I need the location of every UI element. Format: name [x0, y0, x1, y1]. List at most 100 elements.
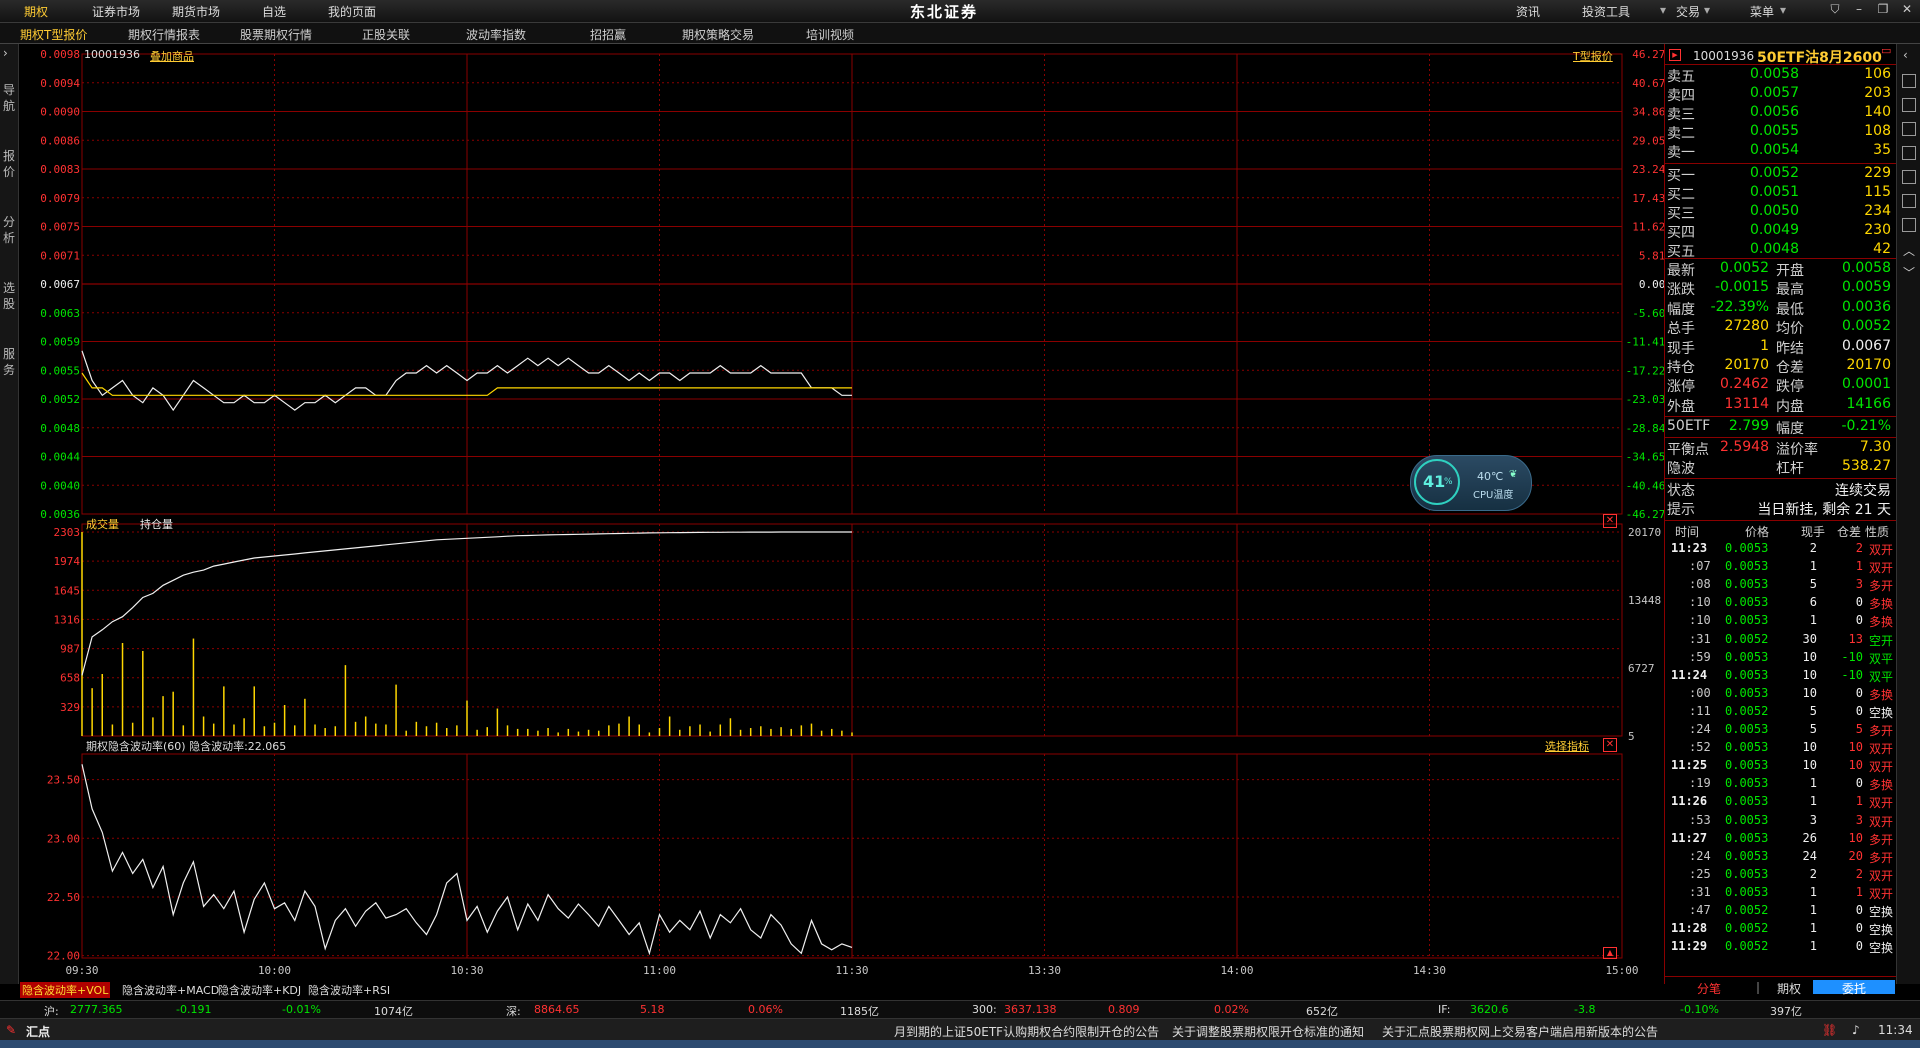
maximize-icon[interactable]: ▭	[1881, 44, 1891, 57]
stat-value: 1	[1760, 337, 1769, 354]
tick-hand: 5	[1809, 577, 1817, 592]
y-tick-label: 0.0079	[40, 192, 80, 205]
play-icon[interactable]: ▶	[1669, 49, 1681, 61]
expand-arrow-icon[interactable]: ›	[3, 46, 8, 60]
layout-icon[interactable]	[1902, 194, 1916, 208]
etf-pct: -0.21%	[1841, 418, 1891, 434]
tick-diff: -10	[1841, 667, 1863, 682]
bid-row[interactable]: 买二 0.0051 115	[1667, 184, 1895, 203]
stat-row: 最新 0.0052 开盘 0.0058	[1667, 260, 1895, 279]
close-panel-icon[interactable]: ✕	[1603, 738, 1617, 752]
bid-row[interactable]: 买五 0.0048 42	[1667, 241, 1895, 260]
ask-row[interactable]: 卖一 0.0054 35	[1667, 142, 1895, 161]
ticks-header-diff: 仓差	[1837, 525, 1862, 539]
tab-underlying[interactable]: 正股关联	[362, 26, 410, 43]
list-icon[interactable]	[1902, 146, 1916, 160]
settings-icon[interactable]	[1902, 218, 1916, 232]
tab-volatility-index[interactable]: 波动率指数	[466, 26, 526, 43]
tick-nature: 双开	[1869, 868, 1894, 883]
y-tick-label: 0.0063	[40, 307, 80, 320]
restore-icon[interactable]: ❐	[1874, 2, 1892, 19]
y-tick-label: 0.0090	[40, 106, 80, 119]
indicator-tab-iv-macd[interactable]: 隐含波动率+MACD	[122, 982, 219, 998]
panel-icon[interactable]	[1902, 122, 1916, 136]
x-tick-label: 13:30	[1028, 964, 1061, 977]
pct-tick-label: -34.65%	[1626, 451, 1664, 464]
scroll-down-icon[interactable]: ﹀	[1903, 264, 1915, 281]
left-nav-quote[interactable]: 报价	[2, 148, 16, 180]
select-indicator-link[interactable]: 选择指标	[1545, 738, 1589, 754]
tick-row: :31 0.0052 30 13 空开	[1665, 632, 1897, 650]
menu-invest-tools[interactable]: 投资工具	[1582, 3, 1630, 20]
tab-orders[interactable]: 委托	[1813, 980, 1895, 996]
ask-row[interactable]: 卖二 0.0055 108	[1667, 123, 1895, 142]
bid-row[interactable]: 买三 0.0050 234	[1667, 203, 1895, 222]
bid-row[interactable]: 买一 0.0052 229	[1667, 165, 1895, 184]
menu-securities-market[interactable]: 证券市场	[92, 3, 140, 20]
left-nav-stock-pick[interactable]: 选股	[2, 280, 16, 312]
tab-t-quote[interactable]: 期权T型报价	[20, 26, 87, 43]
menu-trade[interactable]: 交易	[1676, 3, 1700, 20]
sz-label: 深:	[506, 1005, 521, 1018]
menu-my-page[interactable]: 我的页面	[328, 3, 376, 20]
tab-ticks[interactable]: 分笔	[1697, 980, 1721, 997]
menu-watchlist[interactable]: 自选	[262, 3, 286, 20]
tab-zhaozhaoying[interactable]: 招招赢	[590, 26, 626, 43]
close-panel-icon[interactable]: ✕	[1603, 514, 1617, 528]
logo-icon: ✎	[6, 1023, 17, 1037]
stat-label: 涨跌	[1667, 282, 1695, 299]
left-nav-service[interactable]: 服务	[2, 346, 16, 378]
tab-training-video[interactable]: 培训视频	[806, 26, 854, 43]
table-icon[interactable]	[1902, 170, 1916, 184]
x-tick-label: 10:30	[450, 964, 483, 977]
shirt-icon[interactable]: ⛉	[1826, 2, 1844, 19]
bid-row[interactable]: 买四 0.0049 230	[1667, 222, 1895, 241]
iv-header: 期权隐含波动率(60) 隐含波动率:22.065	[86, 740, 287, 753]
left-nav-analysis[interactable]: 分析	[2, 214, 16, 246]
menu-futures-market[interactable]: 期货市场	[172, 3, 220, 20]
tick-nature: 空换	[1869, 923, 1894, 938]
collapse-panel-icon[interactable]: ▲	[1603, 947, 1617, 959]
grid-icon[interactable]	[1902, 74, 1916, 88]
chart-svg[interactable]: 09:30 10:00 10:30 11:00 11:30 13:30 14:00 14:30…	[18, 44, 1672, 984]
news-item-1[interactable]: 月到期的上证50ETF认购期权合约限制开仓的公告	[894, 1023, 1159, 1040]
link-icon[interactable]: ⛓	[1822, 1023, 1837, 1037]
tick-row: 11:28 0.0052 1 0 空换	[1665, 921, 1897, 939]
bell-icon[interactable]: ♪	[1852, 1023, 1860, 1037]
indicator-tab-iv-kdj[interactable]: 隐含波动率+KDJ	[218, 982, 301, 998]
tick-hand: 1	[1809, 939, 1817, 954]
menu-main[interactable]: 菜单	[1750, 3, 1774, 20]
stat-label: 总手	[1667, 321, 1695, 338]
tab-option-report[interactable]: 期权行情报表	[128, 26, 200, 43]
tick-hand: 1	[1809, 776, 1817, 791]
ask-row[interactable]: 卖四 0.0057 203	[1667, 85, 1895, 104]
menu-options[interactable]: 期权	[24, 3, 48, 20]
ask-row[interactable]: 卖五 0.0058 106	[1667, 66, 1895, 85]
ask-row[interactable]: 卖三 0.0056 140	[1667, 104, 1895, 123]
tab-options[interactable]: 期权	[1777, 980, 1801, 997]
cpu-temp-widget[interactable]: 41 % 40℃ ❦ CPU温度	[1410, 455, 1532, 511]
minimize-icon[interactable]: –	[1850, 2, 1868, 19]
collapse-arrow-icon[interactable]: ‹	[1903, 48, 1908, 62]
close-icon[interactable]: ✕	[1898, 2, 1916, 19]
tick-price: 0.0053	[1725, 812, 1769, 827]
left-nav-guide[interactable]: 导航	[2, 82, 16, 114]
tab-strategy-trade[interactable]: 期权策略交易	[682, 26, 754, 43]
tick-time: 11:25	[1671, 758, 1708, 773]
scroll-up-icon[interactable]: ︿	[1903, 242, 1915, 259]
chart-icon[interactable]	[1902, 98, 1916, 112]
ask-price: 0.0055	[1750, 123, 1799, 139]
menu-news[interactable]: 资讯	[1516, 3, 1540, 20]
pct-tick-label: 46.27%	[1632, 48, 1664, 61]
indicator-tab-iv-rsi[interactable]: 隐含波动率+RSI	[308, 982, 390, 998]
y-tick-label: 0.0083	[40, 163, 80, 176]
if-pct: -0.10%	[1680, 1003, 1719, 1016]
t-quote-link[interactable]: T型报价	[1573, 48, 1613, 64]
bid-price: 0.0050	[1750, 203, 1799, 219]
tab-stock-option[interactable]: 股票期权行情	[240, 26, 312, 43]
indicator-tab-iv-vol[interactable]: 隐含波动率+VOL	[20, 982, 111, 998]
news-item-2[interactable]: 关于调整股票期权限开仓标准的通知	[1172, 1023, 1364, 1040]
news-item-3[interactable]: 关于汇点股票期权网上交易客户端启用新版本的公告	[1382, 1023, 1658, 1040]
add-overlay-link[interactable]: 叠加商品	[150, 48, 194, 64]
iv-tick-label: 22.00	[47, 950, 80, 963]
